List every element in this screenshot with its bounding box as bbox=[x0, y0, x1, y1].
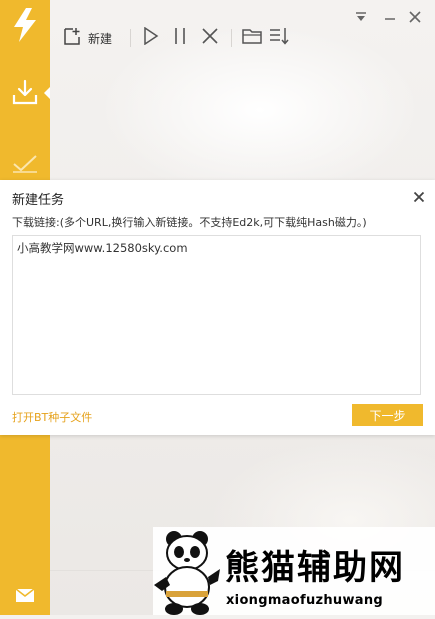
toolbar-divider bbox=[130, 29, 132, 47]
active-indicator bbox=[44, 87, 50, 99]
pause-icon bbox=[173, 27, 187, 49]
url-input[interactable]: 小高教学网www.12580sky.com bbox=[12, 235, 421, 395]
menu-dropdown-icon[interactable] bbox=[352, 8, 370, 26]
close-icon[interactable] bbox=[406, 8, 424, 26]
open-folder-button[interactable] bbox=[238, 24, 266, 52]
sort-icon bbox=[269, 27, 289, 49]
start-button[interactable] bbox=[137, 24, 165, 52]
panda-logo-icon bbox=[152, 529, 222, 615]
sidebar-item-messages[interactable] bbox=[0, 584, 50, 610]
new-task-dialog: 新建任务 下载链接:(多个URL,换行输入新链接。不支持Ed2k,可下载纯Has… bbox=[0, 180, 435, 435]
delete-button[interactable] bbox=[195, 24, 225, 52]
sidebar-item-completed[interactable] bbox=[0, 148, 50, 182]
pause-button[interactable] bbox=[165, 24, 195, 52]
open-bt-torrent-link[interactable]: 打开BT种子文件 bbox=[12, 409, 92, 425]
download-icon bbox=[11, 78, 39, 110]
toolbar-divider bbox=[231, 29, 233, 47]
completed-check-icon bbox=[11, 152, 39, 178]
sidebar-item-downloading[interactable] bbox=[0, 74, 50, 114]
new-file-icon bbox=[62, 26, 82, 50]
watermark-title: 熊猫辅助网 bbox=[225, 548, 405, 588]
play-icon bbox=[143, 26, 159, 49]
mail-icon bbox=[15, 587, 35, 607]
toolbar: 新建 bbox=[62, 24, 292, 52]
dialog-title: 新建任务 bbox=[12, 193, 65, 208]
new-task-label: 新建 bbox=[88, 31, 113, 46]
sort-button[interactable] bbox=[266, 24, 292, 52]
lightning-logo-icon bbox=[0, 4, 50, 46]
dialog-close-icon[interactable] bbox=[411, 189, 427, 205]
minimize-icon[interactable] bbox=[381, 8, 399, 26]
folder-icon bbox=[242, 28, 262, 48]
next-step-button[interactable]: 下一步 bbox=[352, 404, 423, 426]
download-link-prompt: 下载链接:(多个URL,换行输入新链接。不支持Ed2k,可下载纯Hash磁力。) bbox=[12, 216, 367, 229]
new-task-button[interactable]: 新建 bbox=[62, 24, 124, 52]
watermark-subtitle: xiongmaofuzhuwang bbox=[226, 593, 384, 608]
delete-icon bbox=[201, 27, 219, 49]
